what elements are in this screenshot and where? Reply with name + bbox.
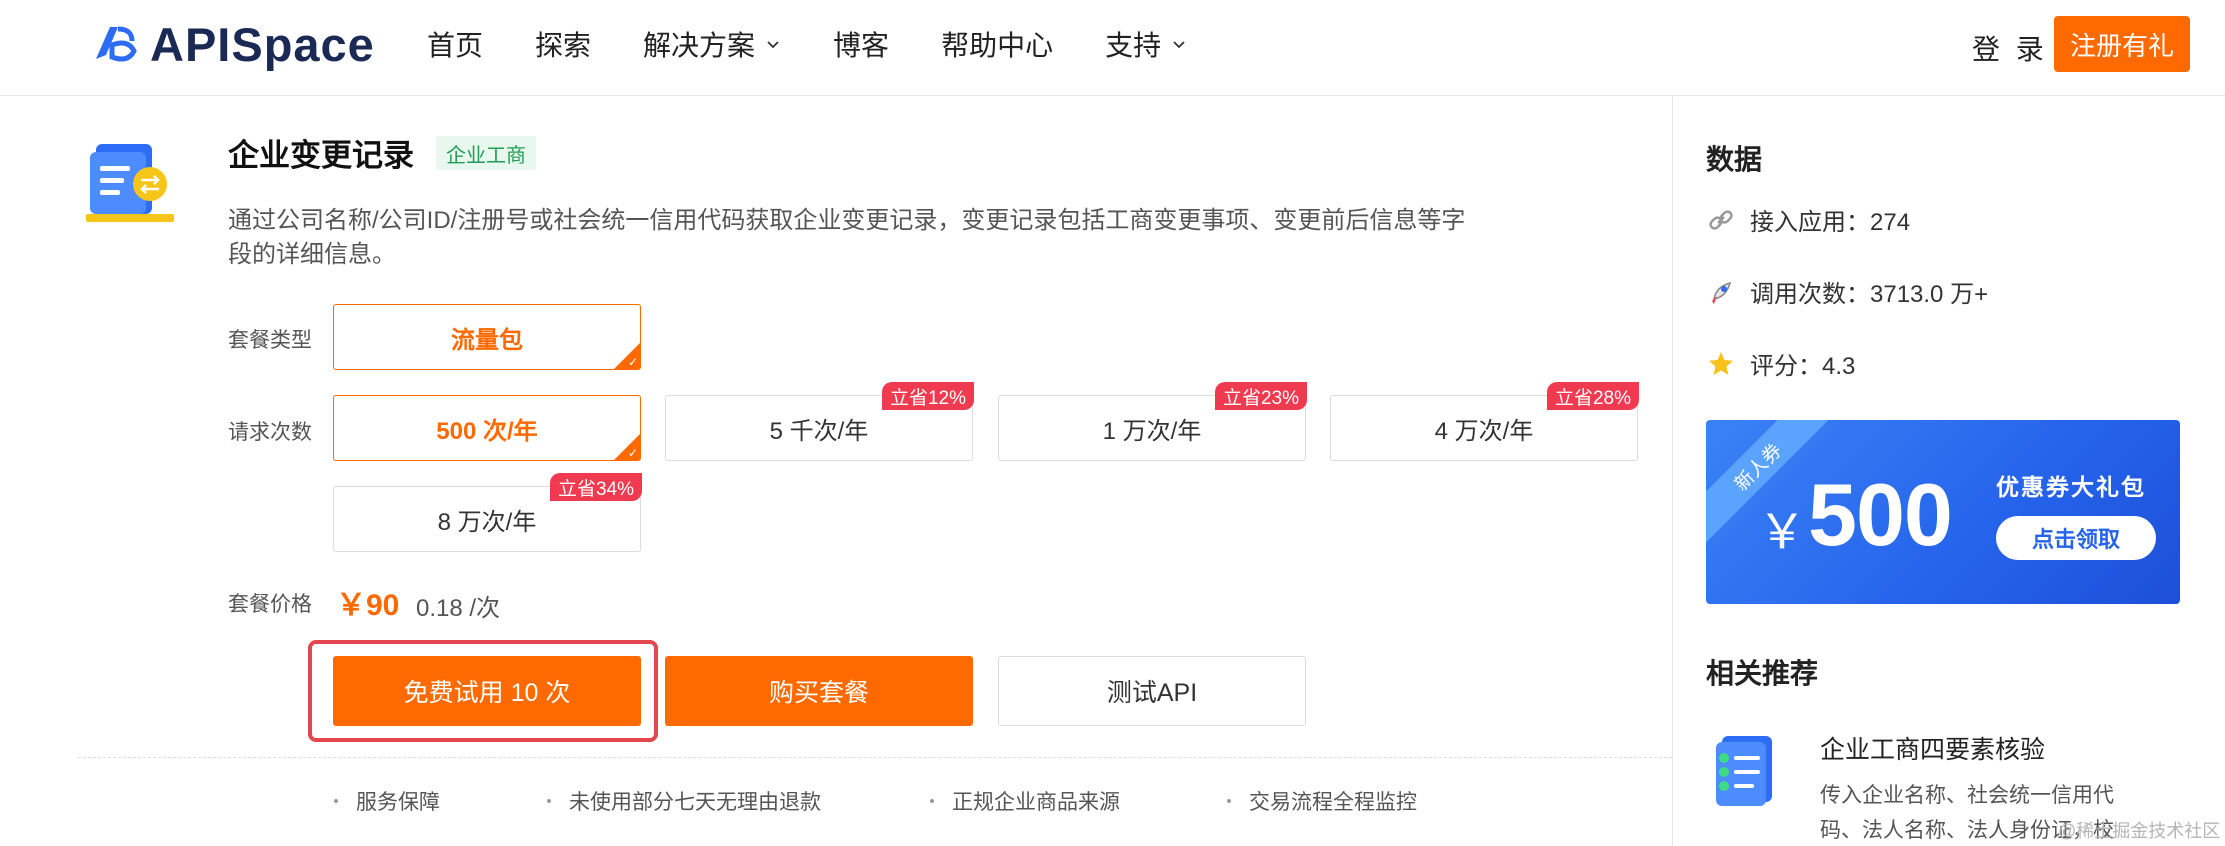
chevron-down-icon: [767, 41, 779, 49]
nav-label: 解决方案: [643, 30, 756, 61]
coupon-banner[interactable]: 新人券 ￥ 500 优惠券大礼包 点击领取: [1706, 420, 2180, 604]
logo[interactable]: APISpace: [88, 14, 375, 74]
claim-coupon-button[interactable]: 点击领取: [1996, 516, 2156, 560]
price-label: 套餐价格: [228, 593, 312, 616]
bullet-icon: [1227, 799, 1231, 803]
unit-price: 0.18 /次: [416, 595, 501, 622]
top-header: APISpace 首页 探索 解决方案 博客 帮助中心 支持 登 录 注册有礼: [0, 0, 2225, 96]
request-option-500[interactable]: 500 次/年 ✓: [333, 395, 641, 461]
request-option-40k[interactable]: 4 万次/年 立省28%: [1330, 382, 1639, 461]
coupon-title: 优惠券大礼包: [1996, 474, 2146, 500]
discount-badge: 立省34%: [549, 473, 642, 501]
product-description: 通过公司名称/公司ID/注册号或社会统一信用代码获取企业变更记录，变更记录包括工…: [228, 207, 1466, 268]
category-tag[interactable]: 企业工商: [436, 136, 536, 170]
stat-rating: 评分：4.3: [1706, 346, 1855, 381]
stat-calls: 调用次数：3713.0 万+: [1706, 274, 1988, 309]
guarantee-text: 交易流程全程监控: [1249, 791, 1417, 814]
request-option-10k[interactable]: 1 万次/年 立省23%: [998, 382, 1307, 461]
package-option-traffic[interactable]: 流量包 ✓: [333, 304, 641, 370]
option-label: 流量包: [451, 326, 523, 354]
nav-blog[interactable]: 博客: [833, 24, 889, 64]
free-trial-button[interactable]: 免费试用 10 次: [333, 656, 641, 726]
bullet-icon: [930, 799, 934, 803]
stat-text: 调用次数：3713.0 万+: [1750, 281, 1989, 308]
bullet-icon: [547, 799, 551, 803]
check-icon: ✓: [627, 446, 638, 460]
request-option-80k[interactable]: 8 万次/年 立省34%: [333, 473, 642, 552]
star-icon: [1706, 349, 1736, 379]
guarantee-item: 未使用部分七天无理由退款: [547, 786, 821, 816]
nav-label: 博客: [833, 30, 890, 61]
nav-label: 支持: [1105, 30, 1162, 61]
discount-badge: 立省12%: [881, 382, 974, 410]
link-icon: [1706, 205, 1736, 235]
option-label: 4 万次/年: [1434, 417, 1534, 445]
coupon-amount: 500: [1808, 465, 1953, 564]
nav-label: 首页: [427, 30, 484, 61]
bullet-icon: [334, 799, 338, 803]
product-document-icon: [86, 144, 174, 222]
nav-solutions[interactable]: 解决方案: [643, 24, 781, 64]
watermark: @稀土掘金技术社区: [2058, 821, 2221, 841]
guarantee-item: 服务保障: [334, 786, 440, 816]
buy-package-button[interactable]: 购买套餐: [665, 656, 973, 726]
option-label: 5 千次/年: [769, 417, 869, 445]
main-nav: 首页 探索 解决方案 博客 帮助中心 支持: [427, 0, 1239, 88]
stat-text: 评分：4.3: [1750, 353, 1856, 380]
stat-integrations: 接入应用：274: [1706, 202, 1910, 237]
option-label: 1 万次/年: [1102, 417, 1202, 445]
nav-label: 帮助中心: [941, 30, 1054, 61]
guarantee-item: 正规企业商品来源: [930, 786, 1120, 816]
nav-help-center[interactable]: 帮助中心: [941, 24, 1053, 64]
sidebar-divider: [1672, 96, 1673, 846]
coupon-currency: ￥: [1758, 506, 1807, 559]
package-price: ￥90: [336, 589, 400, 622]
data-section-title: 数据: [1706, 144, 1763, 175]
guarantee-text: 未使用部分七天无理由退款: [569, 791, 821, 814]
nav-label: 探索: [535, 30, 592, 61]
guarantee-text: 服务保障: [356, 791, 440, 814]
register-button[interactable]: 注册有礼: [2054, 16, 2190, 72]
nav-support[interactable]: 支持: [1105, 24, 1187, 64]
request-count-label: 请求次数: [228, 421, 312, 444]
package-type-label: 套餐类型: [228, 329, 312, 352]
rocket-icon: [1706, 277, 1736, 307]
nav-explore[interactable]: 探索: [535, 24, 591, 64]
guarantee-text: 正规企业商品来源: [952, 791, 1120, 814]
divider: [78, 757, 1672, 758]
login-link[interactable]: 登 录: [1972, 28, 2048, 68]
nav-home[interactable]: 首页: [427, 24, 483, 64]
option-label: 500 次/年: [436, 417, 538, 445]
request-option-5k[interactable]: 5 千次/年 立省12%: [665, 382, 974, 461]
chevron-down-icon: [1173, 41, 1185, 49]
stat-text: 接入应用：274: [1750, 209, 1911, 236]
guarantee-item: 交易流程全程监控: [1227, 786, 1417, 816]
product-title: 企业变更记录: [228, 138, 414, 173]
test-api-button[interactable]: 测试API: [998, 656, 1306, 726]
related-item-title[interactable]: 企业工商四要素核验: [1820, 730, 2045, 766]
discount-badge: 立省23%: [1214, 382, 1307, 410]
option-label: 8 万次/年: [437, 508, 537, 536]
related-section-title: 相关推荐: [1706, 658, 1819, 689]
check-icon: ✓: [627, 355, 638, 369]
related-product-icon: [1716, 736, 1772, 806]
discount-badge: 立省28%: [1546, 382, 1639, 410]
logo-text: APISpace: [150, 17, 375, 71]
logo-icon: [96, 26, 137, 62]
